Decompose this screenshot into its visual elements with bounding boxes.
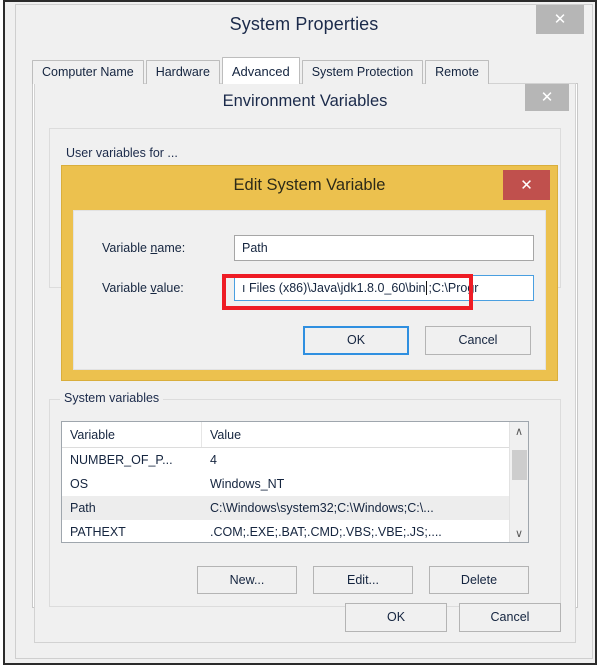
tab-advanced[interactable]: Advanced [221,57,300,84]
variable-name-row: Variable name: Path [74,235,545,261]
system-variables-legend: System variables [60,391,164,405]
variable-name-input[interactable]: Path [234,235,534,261]
env-ok-button[interactable]: OK [345,603,447,632]
env-cancel-button[interactable]: Cancel [459,603,561,632]
user-variables-legend: User variables for ... [62,146,182,160]
scrollbar-thumb[interactable] [512,450,527,480]
tab-remote[interactable]: Remote [425,60,489,84]
edit-system-variable-body: Variable name: Path Variable value: ı Fi… [73,210,546,370]
tab-system-protection[interactable]: System Protection [301,60,424,84]
scroll-up-icon[interactable]: ∧ [510,422,528,440]
variable-name-label-post: ame: [157,241,186,255]
variable-value-label-post: alue: [156,281,184,295]
system-properties-close-icon[interactable]: ✕ [536,5,584,34]
outer-window-frame: System Properties ✕ Computer Name Hardwa… [3,0,597,665]
scroll-down-icon[interactable]: ∨ [510,524,528,542]
edit-variable-button[interactable]: Edit... [313,566,413,594]
variable-name-label: Variable name: [74,241,234,255]
system-properties-titlebar: System Properties ✕ [16,5,592,47]
variable-value-input[interactable]: ı Files (x86)\Java\jdk1.8.0_60\bin ;C:\Pr… [234,275,534,301]
table-row[interactable]: NUMBER_OF_P... 4 [62,448,528,472]
variable-value-label: Variable value: [74,281,234,295]
edit-ok-button[interactable]: OK [303,326,409,355]
table-row[interactable]: OS Windows_NT [62,472,528,496]
system-variables-table[interactable]: Variable Value NUMBER_OF_P... 4 OS Windo… [61,421,529,543]
cell-value: Windows_NT [210,477,285,491]
screenshot-root: System Properties ✕ Computer Name Hardwa… [0,0,600,669]
system-properties-title: System Properties [229,14,379,34]
cell-variable: Path [70,501,96,515]
variable-name-label-pre: Variable [102,241,151,255]
column-header-value[interactable]: Value [202,422,528,447]
cell-value: .COM;.EXE;.BAT;.CMD;.VBS;.VBE;.JS;.... [210,525,442,539]
cell-variable: PATHEXT [70,525,126,539]
edit-system-variable-dialog: Edit System Variable ✕ Variable name: Pa… [61,165,558,381]
tab-computer-name[interactable]: Computer Name [32,60,144,84]
environment-variables-footer: OK Cancel [345,603,561,632]
system-properties-tabstrip: Computer Name Hardware Advanced System P… [32,57,578,84]
cell-variable: OS [70,477,89,491]
table-row[interactable]: PATHEXT .COM;.EXE;.BAT;.CMD;.VBS;.VBE;.J… [62,520,528,542]
edit-system-variable-titlebar: Edit System Variable ✕ [62,166,557,208]
edit-system-variable-title: Edit System Variable [233,176,386,194]
column-header-variable[interactable]: Variable [62,422,202,447]
edit-system-variable-close-icon[interactable]: ✕ [503,170,550,200]
cell-value: 4 [210,453,217,467]
table-header-row: Variable Value [62,422,528,448]
tab-hardware[interactable]: Hardware [145,60,220,84]
environment-variables-titlebar: Environment Variables ✕ [35,84,575,122]
variable-value-text-before-caret: ı Files (x86)\Java\jdk1.8.0_60\bin [242,281,426,295]
system-variables-group: System variables Variable Value NUMBER_O… [49,391,561,607]
variable-value-label-pre: Variable [102,281,151,295]
text-caret [426,281,428,295]
cell-variable: NUMBER_OF_P... [70,453,173,467]
edit-cancel-button[interactable]: Cancel [425,326,531,355]
cell-value: C:\Windows\system32;C:\Windows;C:\... [210,501,434,515]
edit-system-variable-footer: OK Cancel [303,326,531,355]
new-variable-button[interactable]: New... [197,566,297,594]
variable-value-text-after-caret: ;C:\Progr [428,281,479,295]
variable-value-row: Variable value: ı Files (x86)\Java\jdk1.… [74,275,545,301]
environment-variables-close-icon[interactable]: ✕ [525,84,569,111]
variable-actions-row: New... Edit... Delete [61,566,529,594]
delete-variable-button[interactable]: Delete [429,566,529,594]
table-row-selected[interactable]: Path C:\Windows\system32;C:\Windows;C:\.… [62,496,528,520]
table-vertical-scrollbar[interactable]: ∧ ∨ [509,422,528,542]
environment-variables-title: Environment Variables [222,92,388,110]
